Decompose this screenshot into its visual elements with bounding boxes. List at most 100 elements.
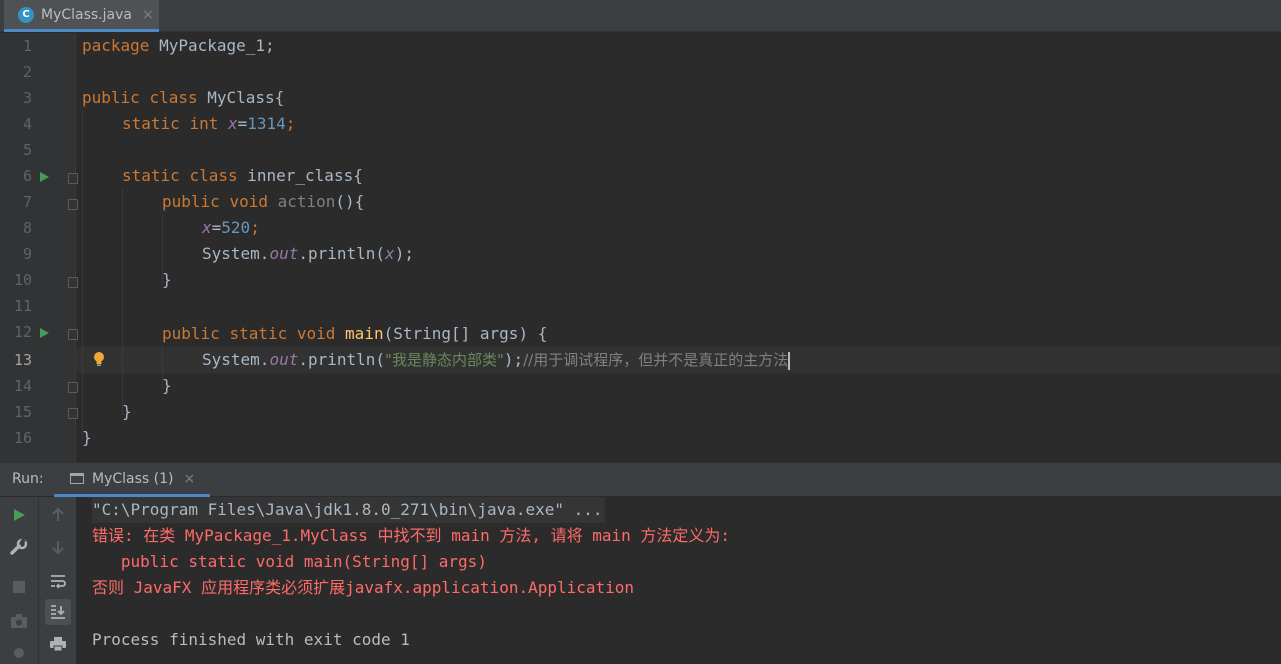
class-name: inner_class{	[237, 166, 363, 185]
camera-icon	[11, 614, 27, 628]
field-name: x	[385, 244, 395, 263]
console-exit-line: Process finished with exit code 1	[92, 630, 410, 649]
previous-occurrence-button[interactable]	[45, 502, 71, 528]
code-line-16: }	[82, 428, 92, 447]
line-number: 2	[22, 63, 32, 81]
class-name: MyClass{	[197, 88, 285, 107]
scroll-to-end-button[interactable]	[45, 599, 71, 625]
stop-button[interactable]	[6, 574, 32, 600]
string-literal: "我是静态内部类"	[385, 351, 504, 369]
keyword: public	[82, 88, 140, 107]
field-name: out	[269, 244, 299, 263]
code-line-10: }	[162, 270, 172, 289]
code-line-7: public void action(){	[162, 189, 364, 215]
code-text: MyPackage_1;	[149, 36, 275, 55]
semicolon: ;	[250, 218, 260, 237]
code-text: );	[394, 244, 414, 263]
line-number-current: 13	[13, 351, 32, 369]
code-line-1: package MyPackage_1;	[82, 33, 275, 59]
rerun-button[interactable]	[6, 502, 32, 528]
keyword: public	[162, 192, 220, 211]
run-toolbar-primary	[0, 497, 38, 664]
field-name: x	[202, 218, 212, 237]
line-number: 16	[13, 429, 32, 447]
console-error-line: 否则 JavaFX 应用程序类必须扩展javafx.application.Ap…	[92, 578, 635, 597]
fold-icon[interactable]	[68, 382, 78, 393]
fold-icon[interactable]	[68, 329, 78, 340]
line-number: 8	[22, 219, 32, 237]
soft-wrap-button[interactable]	[45, 568, 71, 594]
code-line-13: System.out.println("我是静态内部类");//用于调试程序，但…	[202, 347, 791, 373]
keyword: public	[162, 324, 220, 343]
indent-guide	[122, 189, 123, 415]
code-text: .println(	[298, 244, 386, 263]
run-gutter-icon[interactable]	[40, 172, 49, 182]
run-tab-label: MyClass (1)	[92, 470, 174, 487]
screenshot-button[interactable]	[6, 608, 32, 634]
operator: =	[211, 218, 222, 237]
method-name: main	[345, 324, 384, 343]
code-line-6: static class inner_class{	[122, 163, 363, 189]
next-occurrence-button[interactable]	[45, 534, 71, 560]
keyword: static	[229, 324, 288, 343]
editor-tab-bar: C MyClass.java ×	[0, 0, 1281, 32]
code-line-15: }	[122, 402, 132, 421]
console-output[interactable]: "C:\Program Files\Java\jdk1.8.0_271\bin\…	[77, 497, 1281, 664]
fold-icon[interactable]	[68, 277, 78, 288]
settings-button[interactable]	[6, 534, 32, 560]
code-text: );	[503, 350, 524, 369]
scroll-to-end-icon	[51, 605, 65, 619]
up-arrow-icon	[52, 507, 64, 521]
code-line-8: x=520;	[202, 215, 260, 241]
console-error-line: 错误: 在类 MyPackage_1.MyClass 中找不到 main 方法,…	[92, 526, 731, 545]
pin-tab-button[interactable]	[6, 640, 32, 664]
keyword: class	[149, 88, 198, 107]
code-text: System.	[202, 244, 270, 263]
tab-label: MyClass.java	[41, 6, 132, 23]
indent-guide	[82, 111, 83, 441]
code-line-3: public class MyClass{	[82, 85, 284, 111]
line-number: 4	[22, 115, 32, 133]
print-button[interactable]	[45, 631, 71, 657]
down-arrow-icon	[52, 541, 64, 555]
code-editor[interactable]: 1 2 3 4 5 6 7 8 9 10 11 12 13 14 15 16 p…	[0, 33, 1281, 462]
line-number: 7	[22, 193, 32, 211]
number-literal: 1314	[247, 114, 286, 133]
field-name: out	[269, 350, 299, 369]
close-icon[interactable]: ×	[142, 7, 154, 23]
run-label: Run:	[12, 471, 44, 487]
line-number: 5	[22, 141, 32, 159]
line-number: 14	[13, 377, 32, 395]
rerun-icon	[14, 509, 25, 521]
keyword: package	[82, 36, 150, 55]
pin-icon	[14, 648, 24, 658]
java-class-icon: C	[18, 6, 34, 23]
line-number: 11	[13, 297, 32, 315]
console-error-line: public static void main(String[] args)	[92, 552, 487, 571]
run-panel-header: Run: MyClass (1) ×	[0, 462, 1281, 497]
console-command-line[interactable]: "C:\Program Files\Java\jdk1.8.0_271\bin\…	[92, 497, 605, 523]
soft-wrap-icon	[51, 575, 66, 589]
text-caret	[788, 351, 791, 370]
fold-icon[interactable]	[68, 199, 78, 210]
code-text: (String[] args) {	[383, 324, 548, 343]
fold-icon[interactable]	[68, 408, 78, 419]
operator: =	[237, 114, 248, 133]
wrench-icon	[10, 538, 28, 555]
keyword: void	[296, 324, 336, 343]
stop-icon	[13, 581, 25, 593]
code-line-12: public static void main(String[] args) {	[162, 321, 547, 347]
lightbulb-icon[interactable]	[93, 351, 105, 367]
line-number: 9	[22, 245, 32, 263]
method-name: action	[277, 192, 336, 211]
code-line-14: }	[162, 376, 172, 395]
keyword: void	[229, 192, 268, 211]
tab-myclass-java[interactable]: C MyClass.java ×	[4, 0, 159, 32]
keyword: int	[189, 114, 219, 133]
line-number: 1	[22, 37, 32, 55]
fold-icon[interactable]	[68, 173, 78, 184]
run-tab-myclass[interactable]: MyClass (1) ×	[54, 463, 210, 497]
run-gutter-icon[interactable]	[40, 328, 49, 338]
close-icon[interactable]: ×	[183, 471, 195, 487]
line-number: 6	[22, 167, 32, 185]
